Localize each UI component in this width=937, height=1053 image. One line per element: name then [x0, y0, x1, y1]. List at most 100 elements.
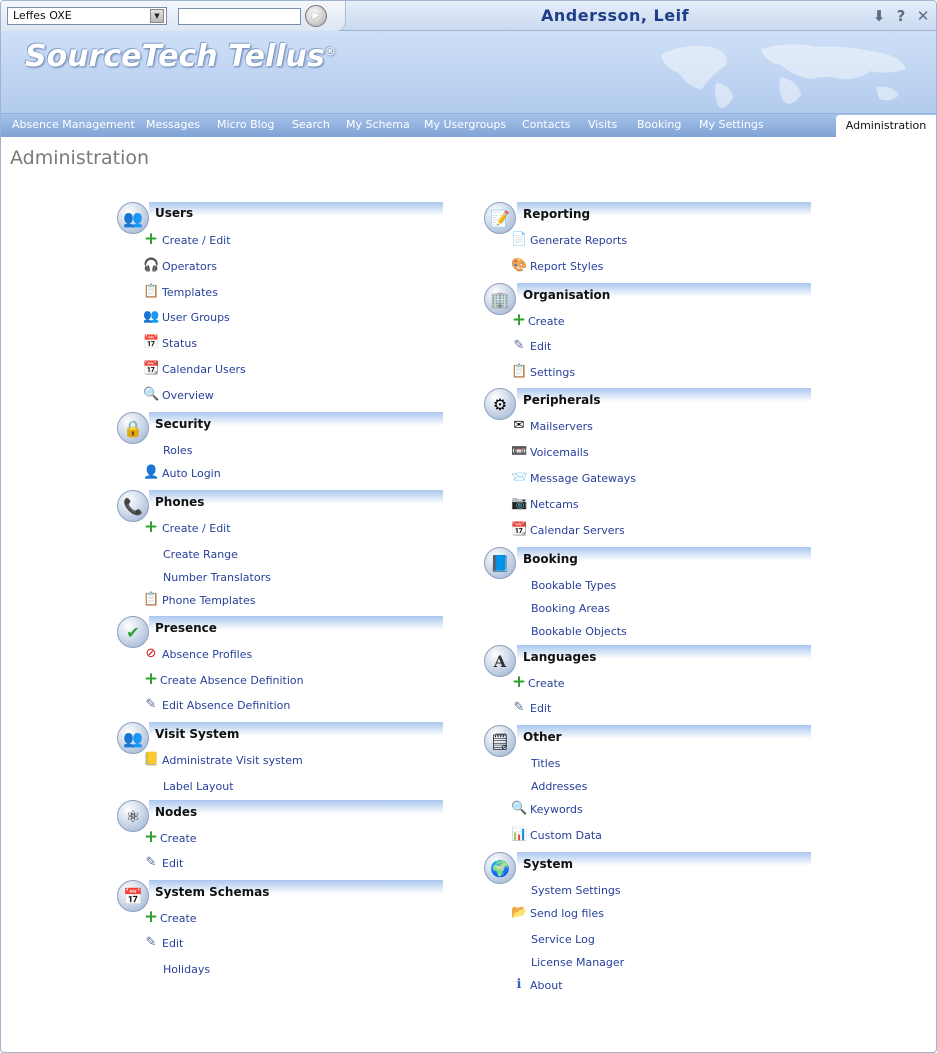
link-phones-create-edit[interactable]: Create / Edit	[162, 522, 231, 535]
link-users-overview[interactable]: Overview	[162, 389, 214, 402]
link-other-titles[interactable]: Titles	[531, 757, 560, 770]
link-other-keywords[interactable]: Keywords	[530, 803, 583, 816]
link-schemas-holidays[interactable]: Holidays	[163, 963, 210, 976]
help-icon[interactable]: ?	[894, 7, 908, 25]
reporting-icon: 📝	[484, 202, 516, 234]
section-title-visit-system: Visit System	[155, 727, 240, 741]
folder-log-icon: 📂	[511, 905, 528, 920]
user-groups-icon: 👥	[143, 309, 160, 324]
link-users-operators[interactable]: Operators	[162, 260, 217, 273]
world-map-icon	[661, 44, 906, 108]
link-reporting-report-styles[interactable]: Report Styles	[530, 260, 603, 273]
link-organisation-settings[interactable]: Settings	[530, 366, 575, 379]
status-icon: 📅	[143, 335, 160, 350]
settings-icon: 📋	[511, 364, 528, 379]
keyword-search-icon: 🔍	[511, 801, 528, 816]
link-presence-create-absence-definition[interactable]: Create Absence Definition	[160, 674, 304, 687]
section-title-booking: Booking	[523, 552, 578, 566]
notes-icon: 🗒	[484, 725, 516, 757]
link-users-calendar-users[interactable]: Calendar Users	[162, 363, 246, 376]
link-users-create-edit[interactable]: Create / Edit	[162, 234, 231, 247]
link-peripherals-message-gateways[interactable]: Message Gateways	[530, 472, 636, 485]
link-security-auto-login[interactable]: Auto Login	[162, 467, 221, 480]
link-system-send-log-files[interactable]: Send log files	[530, 907, 604, 920]
link-system-license-manager[interactable]: License Manager	[531, 956, 624, 969]
nav-search[interactable]: Search	[292, 118, 330, 131]
section-title-system-schemas: System Schemas	[155, 885, 270, 899]
nav-visits[interactable]: Visits	[588, 118, 617, 131]
logo: SourceTech Tellus®	[25, 39, 336, 74]
section-title-languages: Languages	[523, 650, 597, 664]
link-presence-edit-absence-definition[interactable]: Edit Absence Definition	[162, 699, 290, 712]
create-edit-icon: +	[143, 229, 159, 249]
nav-micro-blog[interactable]: Micro Blog	[217, 118, 274, 131]
link-booking-booking-areas[interactable]: Booking Areas	[531, 602, 610, 615]
download-icon[interactable]: ⬇	[872, 7, 886, 25]
link-peripherals-voicemails[interactable]: Voicemails	[530, 446, 589, 459]
search-input[interactable]	[178, 8, 301, 25]
plus-icon: +	[143, 907, 159, 927]
link-organisation-create[interactable]: Create	[528, 315, 565, 328]
link-system-about[interactable]: About	[530, 979, 563, 992]
link-security-roles[interactable]: Roles	[163, 444, 192, 457]
link-system-service-log[interactable]: Service Log	[531, 933, 595, 946]
link-phones-number-translators[interactable]: Number Translators	[163, 571, 271, 584]
link-reporting-generate-reports[interactable]: Generate Reports	[530, 234, 627, 247]
go-button[interactable]: ▶	[305, 5, 327, 27]
document-icon: 📄	[511, 232, 528, 247]
link-nodes-create[interactable]: Create	[160, 832, 197, 845]
nav-my-usergroups[interactable]: My Usergroups	[424, 118, 506, 131]
section-title-phones: Phones	[155, 495, 205, 509]
link-peripherals-mailservers[interactable]: Mailservers	[530, 420, 593, 433]
nav-administration[interactable]: Administration	[836, 115, 936, 138]
company-select[interactable]: Leffes OXE ▼	[7, 7, 167, 25]
plus-icon: +	[511, 672, 527, 692]
link-other-addresses[interactable]: Addresses	[531, 780, 587, 793]
top-bar-controls: Leffes OXE ▼ ▶	[1, 1, 346, 31]
link-booking-bookable-objects[interactable]: Bookable Objects	[531, 625, 627, 638]
link-schemas-edit[interactable]: Edit	[162, 937, 183, 950]
report-styles-icon: 🎨	[511, 258, 528, 273]
link-peripherals-netcams[interactable]: Netcams	[530, 498, 579, 511]
link-peripherals-calendar-servers[interactable]: Calendar Servers	[530, 524, 625, 537]
nav-booking[interactable]: Booking	[637, 118, 681, 131]
nav-messages[interactable]: Messages	[146, 118, 200, 131]
nav-absence-management[interactable]: Absence Management	[12, 118, 135, 131]
gateway-icon: 📨	[511, 470, 528, 485]
nav-contacts[interactable]: Contacts	[522, 118, 571, 131]
mail-icon: ✉	[513, 418, 525, 433]
close-icon[interactable]: ✕	[916, 7, 930, 25]
link-other-custom-data[interactable]: Custom Data	[530, 829, 602, 842]
link-booking-bookable-types[interactable]: Bookable Types	[531, 579, 616, 592]
link-languages-edit[interactable]: Edit	[530, 702, 551, 715]
link-nodes-edit[interactable]: Edit	[162, 857, 183, 870]
link-visit-administrate[interactable]: Administrate Visit system	[162, 754, 303, 767]
edit-icon: ✎	[513, 700, 525, 715]
play-arrow-icon: ▶	[312, 10, 320, 21]
link-phones-phone-templates[interactable]: Phone Templates	[162, 594, 256, 607]
window-controls: ⬇ ? ✕	[872, 7, 930, 25]
edit-icon: ✎	[145, 855, 157, 870]
link-languages-create[interactable]: Create	[528, 677, 565, 690]
logo-text: SourceTech Tellus	[25, 39, 325, 74]
link-schemas-create[interactable]: Create	[160, 912, 197, 925]
company-select-value: Leffes OXE	[13, 9, 72, 22]
link-presence-absence-profiles[interactable]: Absence Profiles	[162, 648, 252, 661]
link-users-templates[interactable]: Templates	[162, 286, 218, 299]
link-visit-label-layout[interactable]: Label Layout	[163, 780, 234, 793]
create-edit-icon: +	[143, 517, 159, 537]
link-users-user-groups[interactable]: User Groups	[162, 311, 230, 324]
user-name: Andersson, Leif	[541, 6, 690, 25]
page-title: Administration	[10, 147, 150, 169]
chevron-down-icon[interactable]: ▼	[150, 9, 164, 23]
link-organisation-edit[interactable]: Edit	[530, 340, 551, 353]
nav-my-schema[interactable]: My Schema	[346, 118, 410, 131]
link-system-system-settings[interactable]: System Settings	[531, 884, 621, 897]
app-window: Leffes OXE ▼ ▶ Andersson, Leif ⬇ ? ✕ Sou…	[0, 0, 937, 1053]
link-users-status[interactable]: Status	[162, 337, 197, 350]
nav-my-settings[interactable]: My Settings	[699, 118, 764, 131]
calendar-users-icon: 📆	[143, 361, 160, 376]
section-title-presence: Presence	[155, 621, 217, 635]
link-phones-create-range[interactable]: Create Range	[163, 548, 238, 561]
section-title-reporting: Reporting	[523, 207, 591, 221]
